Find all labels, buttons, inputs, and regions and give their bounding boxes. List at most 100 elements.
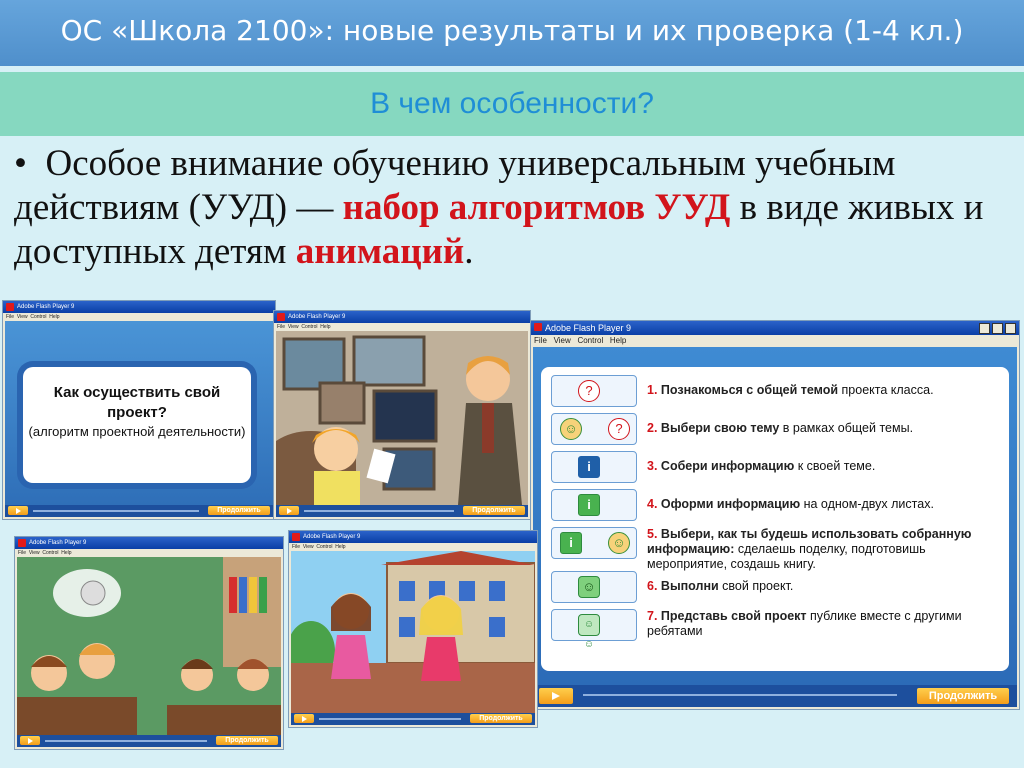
close-button[interactable] bbox=[1005, 323, 1016, 334]
menu-help[interactable]: Help bbox=[335, 544, 345, 550]
step-number: 1. bbox=[647, 383, 658, 397]
flash-logo-icon bbox=[18, 539, 26, 547]
menu-help[interactable]: Help bbox=[49, 314, 59, 320]
window-titlebar: Adobe Flash Player 9 bbox=[3, 301, 275, 313]
progress-track[interactable] bbox=[583, 694, 897, 696]
animation-stage bbox=[276, 331, 528, 505]
play-button[interactable] bbox=[279, 506, 299, 515]
step-number: 3. bbox=[647, 459, 658, 473]
animation-stage bbox=[291, 551, 535, 713]
bullet-text: • Особое внимание обучению универсальным… bbox=[14, 142, 1014, 274]
info-icon: i bbox=[551, 451, 637, 483]
menu-file[interactable]: File bbox=[6, 314, 14, 320]
menu-control[interactable]: Control bbox=[301, 324, 317, 330]
project-card: Как осуществить свой проект? (алгоритм п… bbox=[23, 367, 251, 483]
window-menubar: File View Control Help bbox=[289, 543, 537, 551]
flash-logo-icon bbox=[6, 303, 14, 311]
menu-view[interactable]: View bbox=[288, 324, 299, 330]
header-title: ОС «Школа 2100»: новые результаты и их п… bbox=[60, 14, 964, 47]
flash-logo-icon bbox=[277, 313, 285, 321]
window-menubar: File View Control Help bbox=[531, 335, 1019, 347]
progress-track[interactable] bbox=[45, 740, 207, 742]
steps-panel: ? 1. Познакомься с общей темой проекта к… bbox=[541, 367, 1009, 671]
flash-logo-icon bbox=[534, 323, 542, 331]
subheader-bar: В чем особенности? bbox=[0, 72, 1024, 136]
progress-track[interactable] bbox=[304, 510, 454, 512]
menu-view[interactable]: View bbox=[29, 550, 40, 556]
step-number: 6. bbox=[647, 579, 658, 593]
flash-window-project-card: Adobe Flash Player 9 File View Control H… bbox=[2, 300, 276, 520]
menu-file[interactable]: File bbox=[292, 544, 300, 550]
face-question-icon: ☺? bbox=[551, 413, 637, 445]
continue-button[interactable]: Продолжить bbox=[463, 506, 525, 515]
play-button[interactable] bbox=[20, 736, 40, 745]
flash-window-teacher-scene: Adobe Flash Player 9 File View Control H… bbox=[273, 310, 531, 520]
window-menubar: File View Control Help bbox=[274, 323, 530, 331]
window-title: Adobe Flash Player 9 bbox=[29, 540, 87, 546]
step-number: 2. bbox=[647, 421, 658, 435]
info-to-face-icon: i ☺ bbox=[551, 527, 637, 559]
step-number: 7. bbox=[647, 609, 658, 623]
continue-button[interactable]: Продолжить bbox=[216, 736, 278, 745]
continue-button[interactable]: Продолжить bbox=[470, 714, 532, 723]
card-note: (алгоритм проектной деятельности) bbox=[28, 424, 246, 439]
flash-window-girls-street: Adobe Flash Player 9 File View Control H… bbox=[288, 530, 538, 728]
minimize-button[interactable] bbox=[979, 323, 990, 334]
bullet-highlight-algorithms: набор алгоритмов УУД bbox=[342, 187, 731, 228]
window-titlebar: Adobe Flash Player 9 bbox=[274, 311, 530, 323]
menu-control[interactable]: Control bbox=[316, 544, 332, 550]
continue-button[interactable]: Продолжить bbox=[917, 688, 1009, 704]
maximize-button[interactable] bbox=[992, 323, 1003, 334]
player-controls: Продолжить bbox=[533, 685, 1017, 707]
menu-help[interactable]: Help bbox=[320, 324, 330, 330]
step-bold: Выполни bbox=[660, 579, 719, 593]
window-titlebar: Adobe Flash Player 9 bbox=[289, 531, 537, 543]
step-rest: на одном-двух листах. bbox=[800, 497, 934, 511]
progress-track[interactable] bbox=[33, 510, 199, 512]
play-button[interactable] bbox=[8, 506, 28, 515]
menu-help[interactable]: Help bbox=[61, 550, 71, 556]
flash-window-classroom: Adobe Flash Player 9 File View Control H… bbox=[14, 536, 284, 750]
window-title: Adobe Flash Player 9 bbox=[545, 323, 632, 333]
play-button[interactable] bbox=[294, 714, 314, 723]
step-rest: в рамках общей темы. bbox=[779, 421, 914, 435]
player-controls: Продолжить bbox=[291, 713, 535, 725]
window-title: Adobe Flash Player 9 bbox=[303, 534, 361, 540]
continue-button[interactable]: Продолжить bbox=[208, 506, 270, 515]
menu-file[interactable]: File bbox=[277, 324, 285, 330]
subheader-title: В чем особенности? bbox=[370, 87, 654, 120]
menu-help[interactable]: Help bbox=[610, 336, 626, 345]
step-bold: Оформи информацию bbox=[660, 497, 801, 511]
window-menubar: File View Control Help bbox=[3, 313, 275, 321]
animation-stage: ? 1. Познакомься с общей темой проекта к… bbox=[533, 347, 1017, 685]
step-rest: к своей теме. bbox=[794, 459, 876, 473]
info-stack-icon: i bbox=[551, 489, 637, 521]
flash-window-project-steps: Adobe Flash Player 9 File View Control H… bbox=[530, 320, 1020, 710]
menu-control[interactable]: Control bbox=[577, 336, 603, 345]
flash-logo-icon bbox=[292, 533, 300, 541]
player-controls: Продолжить bbox=[5, 505, 273, 517]
window-titlebar: Adobe Flash Player 9 bbox=[531, 321, 1019, 335]
player-controls: Продолжить bbox=[276, 505, 528, 517]
menu-view[interactable]: View bbox=[554, 336, 571, 345]
menu-file[interactable]: File bbox=[18, 550, 26, 556]
window-titlebar: Adobe Flash Player 9 bbox=[15, 537, 283, 549]
menu-control[interactable]: Control bbox=[42, 550, 58, 556]
step-bold: Представь свой проект bbox=[660, 609, 807, 623]
play-button[interactable] bbox=[539, 688, 573, 704]
progress-track[interactable] bbox=[319, 718, 461, 720]
animation-stage: Как осуществить свой проект? (алгоритм п… bbox=[5, 321, 273, 505]
question-icon: ? bbox=[551, 375, 637, 407]
menu-view[interactable]: View bbox=[17, 314, 28, 320]
group-icon: ☺☺ bbox=[551, 609, 637, 650]
menu-control[interactable]: Control bbox=[30, 314, 46, 320]
step-number: 4. bbox=[647, 497, 658, 511]
header-bar: ОС «Школа 2100»: новые результаты и их п… bbox=[0, 0, 1024, 66]
bullet-part3: . bbox=[464, 231, 474, 272]
window-title: Adobe Flash Player 9 bbox=[288, 314, 346, 320]
animation-stage bbox=[17, 557, 281, 735]
menu-view[interactable]: View bbox=[303, 544, 314, 550]
menu-file[interactable]: File bbox=[534, 336, 547, 345]
window-title: Adobe Flash Player 9 bbox=[17, 304, 75, 310]
step-bold: Выбери свою тему bbox=[660, 421, 780, 435]
